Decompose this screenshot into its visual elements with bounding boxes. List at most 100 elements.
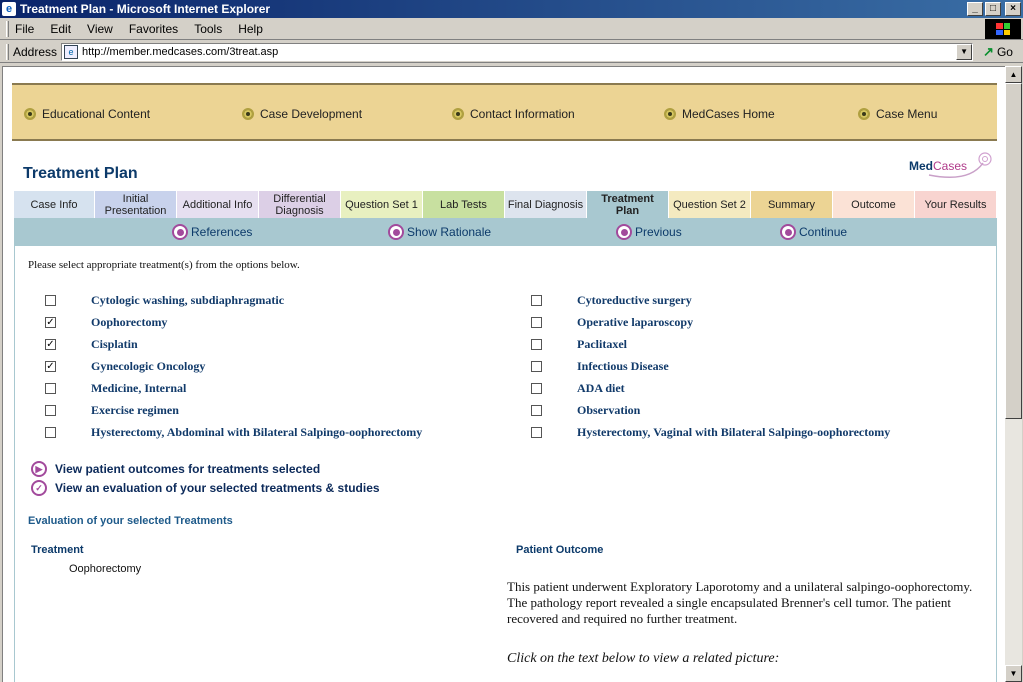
- tab-label: Additional Info: [182, 198, 253, 211]
- treatment-checkbox[interactable]: [531, 295, 542, 306]
- rationale-icon: [388, 224, 404, 240]
- treatment-checkbox[interactable]: [45, 427, 56, 438]
- medcases-logo: MedCases: [909, 149, 993, 183]
- view-outcomes-label: View patient outcomes for treatments sel…: [55, 462, 321, 476]
- bullet-icon: [452, 108, 464, 120]
- evaluated-treatment: Oophorectomy: [69, 563, 142, 575]
- bullet-icon: [242, 108, 254, 120]
- menu-bar: File Edit View Favorites Tools Help: [0, 18, 1023, 40]
- view-evaluation-link[interactable]: ✓ View an evaluation of your selected tr…: [31, 480, 380, 496]
- related-picture-note: Click on the text below to view a relate…: [507, 651, 780, 666]
- tab-lab-tests[interactable]: Lab Tests: [423, 191, 505, 218]
- treatment-checkbox[interactable]: [531, 383, 542, 394]
- menu-file[interactable]: File: [15, 22, 34, 36]
- bullet-icon: [24, 108, 36, 120]
- scroll-up-icon[interactable]: ▲: [1005, 66, 1022, 83]
- nav-label: Contact Information: [470, 107, 575, 121]
- tab-final-diagnosis[interactable]: Final Diagnosis: [505, 191, 587, 218]
- treatment-checkbox[interactable]: ✓: [45, 361, 56, 372]
- menu-help[interactable]: Help: [238, 22, 263, 36]
- nav-contact-information[interactable]: Contact Information: [452, 107, 575, 121]
- tab-your-results[interactable]: Your Results: [915, 191, 997, 218]
- references-link[interactable]: References: [172, 224, 252, 240]
- treatment-option-label[interactable]: Observation: [577, 403, 640, 418]
- tab-initial-presentation[interactable]: Initial Presentation: [95, 191, 177, 218]
- go-arrow-icon: ↗: [983, 43, 994, 59]
- treatment-option-label[interactable]: Operative laparoscopy: [577, 315, 693, 330]
- treatment-option-label[interactable]: ADA diet: [577, 381, 625, 396]
- menu-edit[interactable]: Edit: [50, 22, 71, 36]
- treatment-checkbox[interactable]: [531, 361, 542, 372]
- treatment-option-label[interactable]: Hysterectomy, Vaginal with Bilateral Sal…: [577, 425, 890, 440]
- treatment-checkbox[interactable]: ✓: [45, 317, 56, 328]
- treatment-checkbox[interactable]: ✓: [45, 339, 56, 350]
- menu-favorites[interactable]: Favorites: [129, 22, 178, 36]
- treatment-option-label[interactable]: Gynecologic Oncology: [91, 359, 205, 374]
- tab-question-set-2[interactable]: Question Set 2: [669, 191, 751, 218]
- view-outcomes-link[interactable]: ▶ View patient outcomes for treatments s…: [31, 461, 320, 477]
- tab-label: Outcome: [851, 198, 896, 211]
- top-navigation: Educational Content Case Development Con…: [12, 83, 997, 141]
- tab-treatment-plan[interactable]: Treatment Plan: [587, 191, 669, 218]
- vertical-scrollbar[interactable]: ▲ ▼: [1005, 66, 1022, 682]
- subnav-label: Continue: [799, 225, 848, 239]
- show-rationale-link[interactable]: Show Rationale: [388, 224, 491, 240]
- treatment-option-label[interactable]: Paclitaxel: [577, 337, 627, 352]
- treatment-checkbox[interactable]: [531, 427, 542, 438]
- treatment-option-label[interactable]: Cisplatin: [91, 337, 138, 352]
- page-title: Treatment Plan: [23, 165, 138, 182]
- treatment-option-label[interactable]: Cytologic washing, subdiaphragmatic: [91, 293, 284, 308]
- treatment-checkbox[interactable]: [45, 405, 56, 416]
- treatment-option-label[interactable]: Oophorectomy: [91, 315, 167, 330]
- nav-label: Case Development: [260, 107, 363, 121]
- treatment-column-header: Treatment: [31, 544, 84, 556]
- treatment-checkbox[interactable]: [45, 383, 56, 394]
- treatment-option-label[interactable]: Exercise regimen: [91, 403, 179, 418]
- sub-navigation: References Show Rationale Previous Conti…: [14, 218, 997, 246]
- arrow-left-icon: [616, 224, 632, 240]
- address-label: Address: [13, 44, 58, 59]
- go-button[interactable]: ↗ Go: [983, 44, 1013, 60]
- treatment-checkbox[interactable]: [531, 405, 542, 416]
- tab-differential-diagnosis[interactable]: Differential Diagnosis: [259, 191, 341, 218]
- logo-part2: Cases: [933, 159, 968, 173]
- book-icon: [172, 224, 188, 240]
- address-input[interactable]: e http://member.medcases.com/3treat.asp …: [61, 42, 974, 61]
- nav-case-menu[interactable]: Case Menu: [858, 107, 937, 121]
- tab-label: Summary: [767, 198, 816, 211]
- tab-label: Question Set 1: [345, 198, 418, 211]
- nav-label: Case Menu: [876, 107, 938, 121]
- menu-view[interactable]: View: [87, 22, 113, 36]
- nav-case-development[interactable]: Case Development: [242, 107, 362, 121]
- chevron-down-icon[interactable]: ▼: [956, 43, 973, 60]
- nav-label: Educational Content: [42, 107, 151, 121]
- instruction-text: Please select appropriate treatment(s) f…: [28, 259, 300, 271]
- menu-tools[interactable]: Tools: [194, 22, 222, 36]
- nav-label: MedCases Home: [682, 107, 775, 121]
- treatment-option-label[interactable]: Infectious Disease: [577, 359, 669, 374]
- scroll-down-icon[interactable]: ▼: [1005, 665, 1022, 682]
- scroll-thumb[interactable]: [1005, 83, 1022, 419]
- treatment-option-label[interactable]: Cytoreductive surgery: [577, 293, 692, 308]
- nav-educational-content[interactable]: Educational Content: [24, 107, 150, 121]
- tab-label: Case Info: [30, 198, 78, 211]
- tab-additional-info[interactable]: Additional Info: [177, 191, 259, 218]
- treatment-checkbox[interactable]: [531, 339, 542, 350]
- minimize-button[interactable]: _: [967, 2, 983, 16]
- maximize-button[interactable]: □: [985, 2, 1001, 16]
- tab-outcome[interactable]: Outcome: [833, 191, 915, 218]
- nav-medcases-home[interactable]: MedCases Home: [664, 107, 775, 121]
- treatment-option-label[interactable]: Hysterectomy, Abdominal with Bilateral S…: [91, 425, 422, 440]
- bullet-icon: [858, 108, 870, 120]
- continue-link[interactable]: Continue: [780, 224, 847, 240]
- go-label: Go: [996, 44, 1013, 59]
- treatment-checkbox[interactable]: [531, 317, 542, 328]
- tab-case-info[interactable]: Case Info: [14, 191, 95, 218]
- previous-link[interactable]: Previous: [616, 224, 682, 240]
- tab-label: Question Set 2: [673, 198, 746, 211]
- treatment-checkbox[interactable]: [45, 295, 56, 306]
- tab-question-set-1[interactable]: Question Set 1: [341, 191, 423, 218]
- tab-summary[interactable]: Summary: [751, 191, 833, 218]
- treatment-option-label[interactable]: Medicine, Internal: [91, 381, 186, 396]
- close-button[interactable]: ×: [1005, 2, 1021, 16]
